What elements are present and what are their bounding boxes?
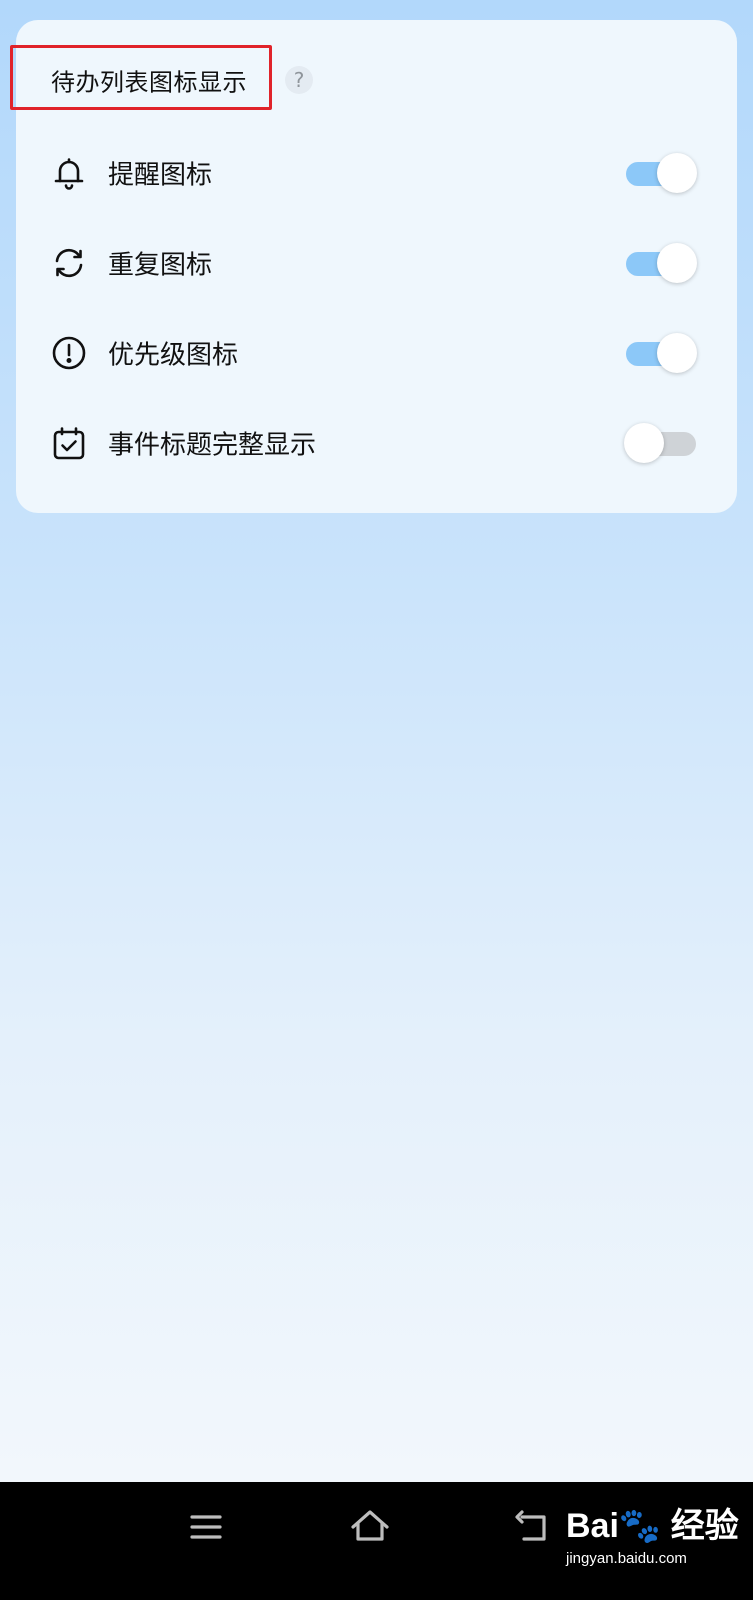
row-priority-icon[interactable]: 优先级图标 (16, 313, 737, 393)
menu-icon[interactable] (181, 1502, 231, 1552)
row-reminder-icon[interactable]: 提醒图标 (16, 133, 737, 213)
calendar-check-icon (50, 424, 88, 462)
watermark-url: jingyan.baidu.com (566, 1550, 687, 1567)
home-icon[interactable] (345, 1502, 395, 1552)
back-icon[interactable] (508, 1502, 558, 1552)
full-title-toggle[interactable] (624, 423, 699, 463)
row-repeat-icon[interactable]: 重复图标 (16, 223, 737, 303)
toggle-knob (624, 423, 664, 463)
priority-icon (50, 334, 88, 372)
toggle-knob (657, 333, 697, 373)
toggle-knob (657, 153, 697, 193)
priority-icon-toggle[interactable] (626, 333, 699, 373)
watermark-logo: Bai🐾 经验 (566, 1507, 739, 1545)
baidu-jingyan-watermark: Bai🐾 经验 jingyan.baidu.com (566, 1492, 746, 1582)
row-label: 优先级图标 (108, 340, 239, 371)
row-label: 重复图标 (108, 250, 213, 281)
bell-icon (50, 154, 88, 192)
section-title: 待办列表图标显示 (51, 68, 247, 97)
system-nav-bar: Bai🐾 经验 jingyan.baidu.com (0, 1482, 753, 1600)
row-full-title[interactable]: 事件标题完整显示 (16, 403, 737, 483)
toggle-knob (657, 243, 697, 283)
settings-card: 待办列表图标显示 ? 提醒图标 重复图标 优先级图标 事件标题完整显示 (10, 20, 737, 513)
row-label: 提醒图标 (108, 160, 213, 191)
reminder-icon-toggle[interactable] (626, 153, 699, 193)
repeat-icon (50, 244, 88, 282)
repeat-icon-toggle[interactable] (626, 243, 699, 283)
help-icon[interactable]: ? (285, 66, 313, 94)
row-label: 事件标题完整显示 (108, 430, 317, 461)
section-header: 待办列表图标显示 ? (10, 20, 737, 144)
